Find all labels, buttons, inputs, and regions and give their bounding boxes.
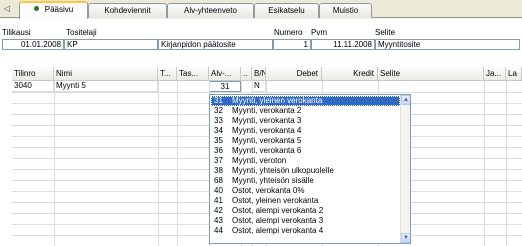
grid-col-line bbox=[177, 81, 178, 246]
dropdown-item[interactable]: 68 Myynti, yhteisön sisälle bbox=[211, 176, 400, 186]
dropdown-item[interactable]: 36 Myynti, verokanta 6 bbox=[211, 146, 400, 156]
pvm-label: Pvm bbox=[311, 28, 327, 37]
dropdown-item[interactable]: 31 Myynti, yleinen verokanta bbox=[211, 96, 400, 106]
dropdown-item[interactable]: 38 Myynti, yhteisön ulkopuolelle bbox=[211, 166, 400, 176]
col-la[interactable]: La bbox=[506, 67, 522, 81]
row-tilinro[interactable]: 3040 bbox=[12, 81, 54, 92]
tab-muistio[interactable]: Muistio bbox=[319, 3, 372, 18]
tositelaji-label: Tositelaji bbox=[66, 28, 97, 37]
tilikausi-field[interactable]: 01.01.2008 bbox=[2, 39, 64, 50]
grid-line bbox=[12, 92, 522, 93]
col-tas[interactable]: Tas... bbox=[177, 67, 209, 81]
row-alv-combo[interactable]: 31 bbox=[209, 81, 241, 92]
row-bn[interactable]: N bbox=[252, 81, 266, 92]
tab-paasivu[interactable]: Pääsivu bbox=[19, 1, 88, 19]
tab-kohdeviennit[interactable]: Kohdeviennit bbox=[88, 3, 167, 18]
col-selite[interactable]: Selite bbox=[378, 67, 484, 81]
dropdown-item[interactable]: 34 Myynti, verokanta 4 bbox=[211, 126, 400, 136]
tab-alv-yhteenveto[interactable]: Alv-yhteenveto bbox=[167, 3, 254, 18]
col-tilinro[interactable]: Tilinro bbox=[12, 67, 54, 81]
scroll-down-icon[interactable]: ▼ bbox=[401, 233, 410, 243]
dropdown-item[interactable]: 35 Myynti, verokanta 5 bbox=[211, 136, 400, 146]
col-ja[interactable]: Ja... bbox=[484, 67, 506, 81]
col-nimi[interactable]: Nimi bbox=[54, 67, 158, 81]
selite-label: Selite bbox=[375, 28, 396, 37]
tab-bar: ◁ Pääsivu Kohdeviennit Alv-yhteenveto Es… bbox=[0, 0, 522, 19]
active-tab-indicator-icon bbox=[33, 6, 39, 11]
row-nimi[interactable]: Myynti 5 bbox=[54, 81, 158, 92]
dropdown-item[interactable]: 43 Ostot, alempi verokanta 3 bbox=[211, 216, 400, 226]
dropdown-item[interactable]: 40 Ostot, verokanta 0% bbox=[211, 186, 400, 196]
pvm-field[interactable]: 11.11.2008 bbox=[311, 39, 375, 50]
dropdown-item[interactable]: 41 Ostot, yleinen verokanta bbox=[211, 196, 400, 206]
grid-col-line bbox=[484, 81, 485, 246]
dropdown-item[interactable]: 44 Ostot, alempi verokanta 4 bbox=[211, 226, 400, 236]
dropdown-item[interactable]: 37 Myynti, veroton bbox=[211, 156, 400, 166]
tositelaji-name-field: Kirjanpidon päätosite bbox=[158, 39, 273, 50]
scroll-track[interactable] bbox=[401, 106, 410, 234]
alv-code-dropdown[interactable]: 31 Myynti, yleinen verokanta 32 Myynti, ve… bbox=[209, 94, 411, 244]
tab-scroll-left-icon[interactable]: ◁ bbox=[4, 4, 14, 14]
grid-col-line bbox=[506, 81, 507, 246]
tilikausi-label: Tilikausi bbox=[2, 28, 31, 37]
col-bn[interactable]: B/N bbox=[252, 67, 266, 81]
dropdown-item[interactable]: 32 Myynti, verokanta 2 bbox=[211, 106, 400, 116]
selite-field[interactable]: Myyntitosite bbox=[375, 39, 520, 50]
numero-field[interactable]: 1 bbox=[273, 39, 311, 50]
col-dots[interactable]: .. bbox=[241, 67, 252, 81]
dropdown-item[interactable]: 33 Myynti, verokanta 3 bbox=[211, 116, 400, 126]
tab-esikatselu[interactable]: Esikatselu bbox=[254, 3, 319, 18]
scroll-up-icon[interactable]: ▲ bbox=[401, 95, 410, 105]
col-t[interactable]: T... bbox=[158, 67, 177, 81]
grid-col-line bbox=[158, 81, 159, 246]
col-kredit[interactable]: Kredit bbox=[322, 67, 378, 81]
numero-label: Numero bbox=[274, 28, 303, 37]
col-debet[interactable]: Debet bbox=[266, 67, 322, 81]
grid-col-line bbox=[54, 81, 55, 246]
col-alv[interactable]: Alv-... bbox=[209, 67, 241, 81]
dropdown-scrollbar[interactable]: ▲ ▼ bbox=[400, 95, 410, 243]
tositelaji-code-field[interactable]: KP bbox=[64, 39, 158, 50]
dropdown-item[interactable]: 42 Ostot, alempi verokanta 2 bbox=[211, 206, 400, 216]
